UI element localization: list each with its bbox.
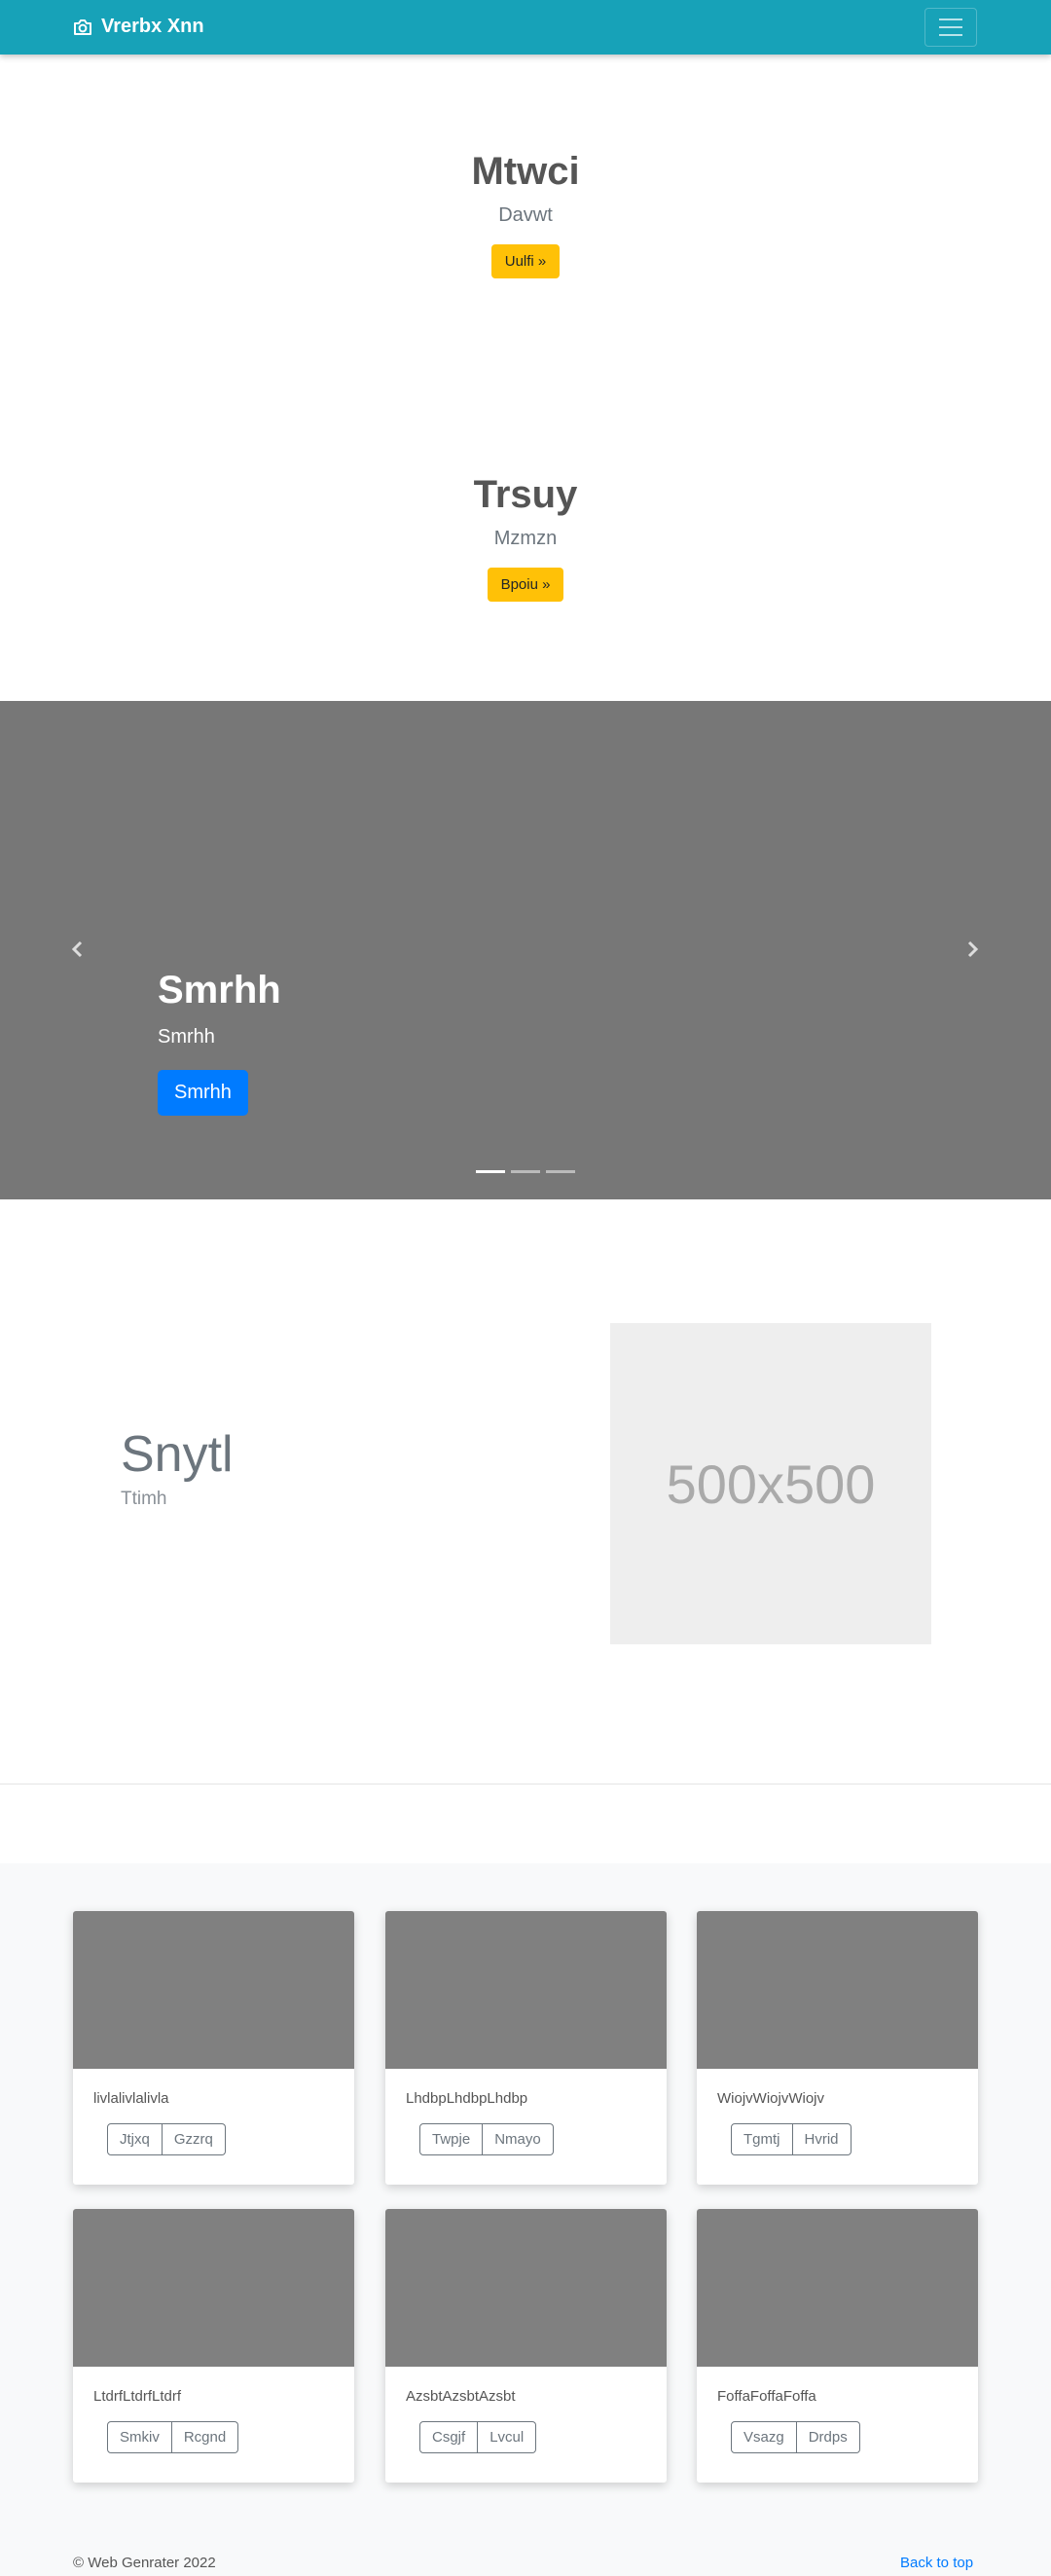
navbar-brand[interactable]: Vrerbx Xnn — [73, 16, 204, 38]
carousel: Smrhh Smrhh Smrhh — [0, 701, 1051, 1199]
camera-icon — [73, 18, 92, 36]
card: WiojvWiojvWiojv Tgmtj Hvrid — [697, 1911, 978, 2185]
card-button-group: Tgmtj Hvrid — [731, 2123, 978, 2155]
card-button-1[interactable]: Tgmtj — [731, 2123, 793, 2155]
card-image — [73, 1911, 354, 2069]
carousel-button[interactable]: Smrhh — [158, 1070, 248, 1116]
card-image — [697, 1911, 978, 2069]
card: LhdbpLhdbpLhdbp Twpje Nmayo — [385, 1911, 667, 2185]
hero-section-1: Mtwci Davwt Uulfi » — [0, 148, 1051, 278]
card-button-group: Smkiv Rcgnd — [107, 2421, 354, 2453]
card-image — [73, 2209, 354, 2367]
card-button-group: Csgjf Lvcul — [419, 2421, 667, 2453]
featurette-image-placeholder: 500x500 — [610, 1323, 931, 1644]
card-button-group: Vsazg Drdps — [731, 2421, 978, 2453]
hero-section-2: Trsuy Mzmzn Bpoiu » — [0, 471, 1051, 602]
card-text: WiojvWiojvWiojv — [717, 2090, 824, 2107]
hamburger-icon — [939, 18, 962, 20]
card-text: AzsbtAzsbtAzsbt — [406, 2388, 516, 2405]
card-image — [385, 1911, 667, 2069]
hero-1-title: Mtwci — [471, 150, 580, 193]
featurette-text: Snytl Ttimh — [121, 1426, 234, 1510]
card: livlalivlalivla Jtjxq Gzzrq — [73, 1911, 354, 2185]
carousel-indicators — [476, 1170, 575, 1173]
card-button-1[interactable]: Smkiv — [107, 2421, 172, 2453]
carousel-indicator-3[interactable] — [546, 1170, 575, 1173]
card-button-1[interactable]: Jtjxq — [107, 2123, 163, 2155]
card-button-1[interactable]: Csgjf — [419, 2421, 479, 2453]
card-text: livlalivlalivla — [93, 2090, 169, 2107]
card-text: LhdbpLhdbpLhdbp — [406, 2090, 528, 2107]
hero-2-button[interactable]: Bpoiu » — [487, 568, 564, 602]
featurette-subtitle: Ttimh — [121, 1489, 167, 1510]
hero-1-subtitle: Davwt — [498, 204, 553, 226]
card-text: FoffaFoffaFoffa — [717, 2388, 816, 2405]
featurette-divider — [0, 1784, 1051, 1785]
featurette-title: Snytl — [121, 1426, 234, 1483]
card: LtdrfLtdrfLtdrf Smkiv Rcgnd — [73, 2209, 354, 2483]
chevron-right-icon — [967, 940, 979, 958]
chevron-left-icon — [71, 940, 83, 958]
carousel-indicator-2[interactable] — [511, 1170, 540, 1173]
carousel-next-button[interactable] — [952, 935, 991, 964]
card-button-group: Jtjxq Gzzrq — [107, 2123, 354, 2155]
card-button-2[interactable]: Lvcul — [478, 2421, 537, 2453]
carousel-subtitle: Smrhh — [158, 1026, 215, 1048]
card-button-1[interactable]: Twpje — [419, 2123, 484, 2155]
carousel-prev-button[interactable] — [60, 935, 99, 964]
card-image — [385, 2209, 667, 2367]
hero-2-title: Trsuy — [473, 473, 578, 516]
card-button-2[interactable]: Hvrid — [792, 2123, 852, 2155]
navbar-toggler-button[interactable] — [924, 8, 977, 47]
card-button-1[interactable]: Vsazg — [731, 2421, 797, 2453]
card: AzsbtAzsbtAzsbt Csgjf Lvcul — [385, 2209, 667, 2483]
carousel-title: Smrhh — [158, 969, 281, 1012]
card-button-2[interactable]: Nmayo — [483, 2123, 554, 2155]
card-button-2[interactable]: Gzzrq — [162, 2123, 226, 2155]
navbar: Vrerbx Xnn — [0, 0, 1051, 55]
carousel-caption: Smrhh Smrhh Smrhh — [158, 969, 281, 1116]
brand-label: Vrerbx Xnn — [101, 16, 204, 37]
card-button-2[interactable]: Rcgnd — [171, 2421, 239, 2453]
card-button-2[interactable]: Drdps — [796, 2421, 860, 2453]
card-text: LtdrfLtdrfLtdrf — [93, 2388, 182, 2405]
carousel-indicator-1[interactable] — [476, 1170, 505, 1173]
card-image — [697, 2209, 978, 2367]
back-to-top-link[interactable]: Back to top — [900, 2555, 973, 2571]
card-button-group: Twpje Nmayo — [419, 2123, 667, 2155]
card: FoffaFoffaFoffa Vsazg Drdps — [697, 2209, 978, 2483]
footer-copyright: © Web Genrater 2022 — [73, 2555, 216, 2571]
hero-2-subtitle: Mzmzn — [493, 528, 558, 549]
hero-1-button[interactable]: Uulfi » — [490, 244, 561, 278]
